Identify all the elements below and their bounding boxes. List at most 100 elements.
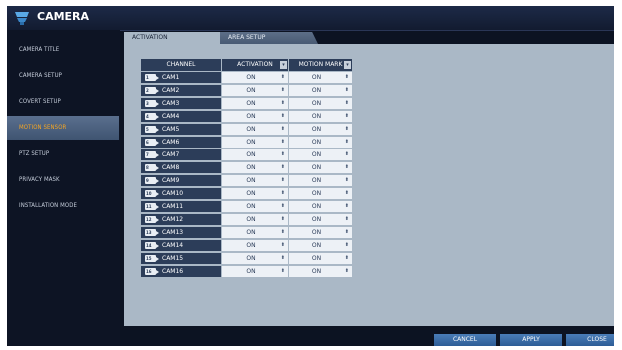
motion-mark-sort-icon[interactable]: ▾ — [344, 61, 351, 69]
camera-lens-shape — [156, 205, 159, 209]
camera-lens-shape — [156, 153, 159, 158]
motion-mark-value: ON — [311, 203, 322, 210]
activation-select[interactable]: ON ⬍ — [222, 149, 289, 162]
channel-name: CAM6 — [162, 138, 180, 146]
updown-arrow-icon: ⬍ — [344, 99, 349, 106]
content-area: ACTIVATION AREA SETUP CHANNEL ACTIVATION… — [124, 30, 614, 326]
channel-name: CAM12 — [162, 215, 184, 223]
camera-lens-shape — [156, 256, 159, 261]
camera-lens-shape — [156, 217, 159, 222]
sidebar-item-ptz-setup[interactable]: PTZ SETUP — [7, 142, 119, 166]
activation-select[interactable]: ON ⬍ — [222, 201, 289, 213]
activation-select[interactable]: ON ⬍ — [222, 226, 289, 239]
camera-icon: 9 — [145, 177, 159, 185]
close-button[interactable]: CLOSE — [566, 334, 614, 346]
motion-mark-select[interactable]: ON ⬍ — [289, 175, 353, 188]
updown-arrow-icon: ⬍ — [344, 228, 349, 235]
updown-arrow-icon: ⬍ — [280, 164, 285, 171]
updown-arrow-icon: ⬍ — [344, 151, 349, 158]
camera-lens-shape — [156, 179, 159, 184]
motion-mark-select[interactable]: ON ⬍ — [289, 265, 353, 278]
sidebar-item-installation-mode[interactable]: INSTALLATION MODE — [7, 194, 119, 218]
motion-mark-select[interactable]: ON ⬍ — [289, 110, 353, 123]
motion-mark-select[interactable]: ON ⬍ — [289, 226, 353, 239]
channel-cell: 3 CAM3 — [141, 97, 221, 110]
camera-number: 1 — [146, 75, 149, 80]
camera-number: 6 — [146, 139, 149, 145]
updown-arrow-icon: ⬍ — [280, 86, 285, 93]
motion-mark-select[interactable]: ON ⬍ — [289, 188, 353, 201]
camera-number: 15 — [146, 255, 152, 261]
camera-icon: 16 — [145, 267, 159, 275]
activation-value: ON — [246, 86, 256, 94]
motion-mark-select[interactable]: ON ⬍ — [289, 201, 353, 213]
motion-mark-select[interactable]: ON ⬍ — [289, 252, 353, 265]
motion-mark-select[interactable]: ON ⬍ — [289, 136, 353, 149]
motion-mark-select[interactable]: ON ⬍ — [289, 149, 353, 162]
motion-mark-select[interactable]: ON ⬍ — [289, 123, 353, 136]
sidebar-item-motion-sensor[interactable]: MOTION SENSOR — [7, 116, 119, 140]
channel-cell: 12 CAM12 — [141, 213, 221, 226]
activation-value: ON — [246, 177, 256, 185]
activation-select[interactable]: ON ⬍ — [222, 84, 289, 97]
motion-mark-value: ON — [311, 190, 322, 198]
camera-icon: 11 — [145, 203, 159, 210]
sidebar-item-camera-setup[interactable]: CAMERA SETUP — [7, 64, 119, 88]
channel-cell: 9 CAM9 — [141, 175, 221, 188]
activation-value: ON — [246, 138, 256, 146]
channel-name: CAM7 — [162, 151, 180, 159]
channel-cell: 4 CAM4 — [141, 110, 221, 123]
sidebar-item-covert-setup[interactable]: COVERT SETUP — [7, 90, 119, 114]
camera-icon: 15 — [145, 254, 159, 262]
activation-select[interactable]: ON ⬍ — [222, 123, 289, 136]
motion-mark-select[interactable]: ON ⬍ — [289, 162, 353, 175]
header-activation[interactable]: ACTIVATION ▾ — [222, 59, 289, 71]
cancel-button[interactable]: CANCEL — [434, 334, 496, 346]
activation-select[interactable]: ON ⬍ — [222, 265, 289, 278]
activation-select[interactable]: ON ⬍ — [222, 188, 289, 201]
header-motion-mark[interactable]: MOTION MARK ▾ — [289, 59, 353, 71]
activation-select[interactable]: ON ⬍ — [222, 239, 289, 252]
activation-value: ON — [246, 190, 256, 198]
updown-arrow-icon: ⬍ — [344, 215, 349, 222]
camera-lens-shape — [156, 192, 159, 197]
activation-select[interactable]: ON ⬍ — [222, 110, 289, 123]
camera-icon: 1 — [145, 74, 159, 81]
apply-button[interactable]: APPLY — [500, 334, 562, 346]
activation-select[interactable]: ON ⬍ — [222, 136, 289, 149]
updown-arrow-icon: ⬍ — [344, 86, 349, 93]
camera-window: CAMERA CAMERA TITLE CAMERA SETUP COVERT … — [7, 6, 614, 346]
channel-name: CAM2 — [162, 86, 180, 94]
updown-arrow-icon: ⬍ — [344, 241, 349, 248]
activation-value: ON — [246, 228, 256, 236]
camera-icon: 10 — [145, 190, 159, 198]
sidebar-item-privacy-mask[interactable]: PRIVACY MASK — [7, 168, 119, 192]
updown-arrow-icon: ⬍ — [344, 267, 349, 274]
channel-cell: 14 CAM14 — [141, 239, 221, 252]
activation-select[interactable]: ON ⬍ — [222, 175, 289, 188]
motion-mark-select[interactable]: ON ⬍ — [289, 97, 353, 110]
activation-select[interactable]: ON ⬍ — [222, 97, 289, 110]
sidebar-item-camera-title[interactable]: CAMERA TITLE — [7, 38, 119, 62]
motion-mark-select[interactable]: ON ⬍ — [289, 84, 353, 97]
motion-mark-select[interactable]: ON ⬍ — [289, 213, 353, 226]
updown-arrow-icon: ⬍ — [344, 125, 349, 132]
app-title: CAMERA — [37, 10, 90, 23]
channel-cell: 15 CAM15 — [141, 252, 221, 265]
channel-cell: 1 CAM1 — [141, 72, 221, 84]
title-bar: CAMERA — [7, 6, 614, 31]
activation-select[interactable]: ON ⬍ — [222, 213, 289, 226]
activation-select[interactable]: ON ⬍ — [222, 162, 289, 175]
updown-arrow-icon: ⬍ — [344, 164, 349, 171]
activation-select[interactable]: ON ⬍ — [222, 252, 289, 265]
tab-area-setup[interactable]: AREA SETUP — [220, 32, 318, 44]
channel-name: CAM14 — [162, 241, 184, 249]
channel-cell: 11 CAM11 — [141, 201, 221, 213]
motion-mark-select[interactable]: ON ⬍ — [289, 239, 353, 252]
motion-mark-value: ON — [311, 99, 322, 107]
motion-mark-select[interactable]: ON ⬍ — [289, 72, 353, 84]
activation-select[interactable]: ON ⬍ — [222, 72, 289, 84]
activation-sort-icon[interactable]: ▾ — [280, 61, 287, 69]
updown-arrow-icon: ⬍ — [280, 125, 285, 132]
tab-activation[interactable]: ACTIVATION — [124, 32, 220, 44]
